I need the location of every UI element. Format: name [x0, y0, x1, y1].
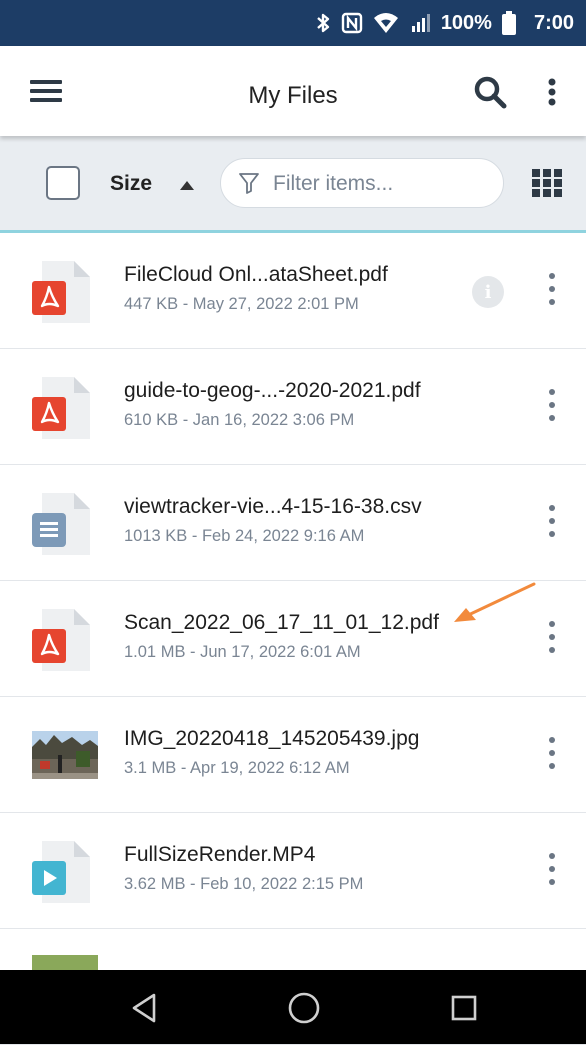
- nav-recents-button[interactable]: [444, 988, 484, 1028]
- file-meta: 447 KB - May 27, 2022 2:01 PM: [124, 295, 359, 313]
- file-name: FileCloud Onl...ataSheet.pdf: [124, 263, 388, 286]
- image-thumbnail: [32, 731, 98, 779]
- file-meta: 3.62 MB - Feb 10, 2022 2:15 PM: [124, 875, 364, 893]
- status-bar: 100% 7:00: [0, 0, 586, 46]
- grid-view-icon: [532, 169, 562, 197]
- file-row[interactable]: viewtracker-vie...4-15-16-38.csv 1013 KB…: [0, 465, 586, 581]
- file-name: viewtracker-vie...4-15-16-38.csv: [124, 495, 422, 518]
- file-options-icon[interactable]: [542, 737, 562, 769]
- file-row[interactable]: FullSizeRender.MP4 3.62 MB - Feb 10, 202…: [0, 813, 586, 929]
- file-meta: 1.01 MB - Jun 17, 2022 6:01 AM: [124, 643, 361, 661]
- file-options-icon[interactable]: [542, 273, 562, 305]
- annotation-arrow-icon: [454, 582, 536, 622]
- file-row[interactable]: IMG_20220418_145205439.jpg 3.1 MB - Apr …: [0, 697, 586, 813]
- more-options-button[interactable]: [538, 74, 566, 110]
- file-list: FileCloud Onl...ataSheet.pdf 447 KB - Ma…: [0, 233, 586, 1045]
- nav-back-button[interactable]: [124, 988, 164, 1028]
- filter-icon: [239, 173, 259, 194]
- sort-ascending-icon[interactable]: [180, 181, 194, 190]
- list-toolbar: Size: [0, 136, 586, 233]
- file-name: IMG_20220418_145205439.jpg: [124, 727, 420, 750]
- csv-file-icon: [32, 493, 90, 555]
- file-options-icon[interactable]: [542, 389, 562, 421]
- video-file-icon: [32, 841, 90, 903]
- nav-home-button[interactable]: [284, 988, 324, 1028]
- search-button[interactable]: [470, 74, 510, 110]
- clock: 7:00: [533, 11, 574, 34]
- pdf-file-icon: [32, 261, 90, 323]
- file-row[interactable]: guide-to-geog-...-2020-2021.pdf 610 KB -…: [0, 349, 586, 465]
- signal-icon: [409, 12, 431, 34]
- more-vert-icon: [548, 78, 556, 106]
- file-meta: 610 KB - Jan 16, 2022 3:06 PM: [124, 411, 355, 429]
- file-row[interactable]: FileCloud Onl...ataSheet.pdf 447 KB - Ma…: [0, 233, 586, 349]
- file-options-icon[interactable]: [542, 853, 562, 885]
- menu-button[interactable]: [28, 76, 64, 106]
- file-meta: 3.1 MB - Apr 19, 2022 6:12 AM: [124, 759, 350, 777]
- bluetooth-icon: [315, 11, 331, 35]
- pdf-file-icon: [32, 609, 90, 671]
- recents-square-icon: [451, 995, 477, 1021]
- wifi-icon: [373, 12, 399, 34]
- app-bar: My Files: [0, 46, 586, 136]
- file-options-icon[interactable]: [542, 505, 562, 537]
- select-all-checkbox[interactable]: [46, 166, 80, 200]
- sort-label[interactable]: Size: [110, 172, 152, 196]
- file-meta: 1013 KB - Feb 24, 2022 9:16 AM: [124, 527, 365, 545]
- info-icon[interactable]: i: [472, 276, 504, 308]
- battery-icon: [501, 11, 516, 35]
- grid-view-button[interactable]: [532, 169, 562, 202]
- filter-input[interactable]: [271, 169, 495, 199]
- battery-percent: 100%: [440, 11, 492, 34]
- file-options-icon[interactable]: [542, 621, 562, 653]
- nfc-icon: [341, 12, 363, 34]
- search-icon: [474, 76, 507, 109]
- file-name: guide-to-geog-...-2020-2021.pdf: [124, 379, 421, 402]
- filter-box[interactable]: [220, 158, 504, 208]
- back-triangle-icon: [132, 993, 156, 1023]
- file-name: FullSizeRender.MP4: [124, 843, 316, 866]
- system-nav-bar: [0, 970, 586, 1044]
- file-name: Scan_2022_06_17_11_01_12.pdf: [124, 611, 439, 634]
- menu-icon: [30, 80, 62, 102]
- home-circle-icon: [288, 992, 320, 1024]
- pdf-file-icon: [32, 377, 90, 439]
